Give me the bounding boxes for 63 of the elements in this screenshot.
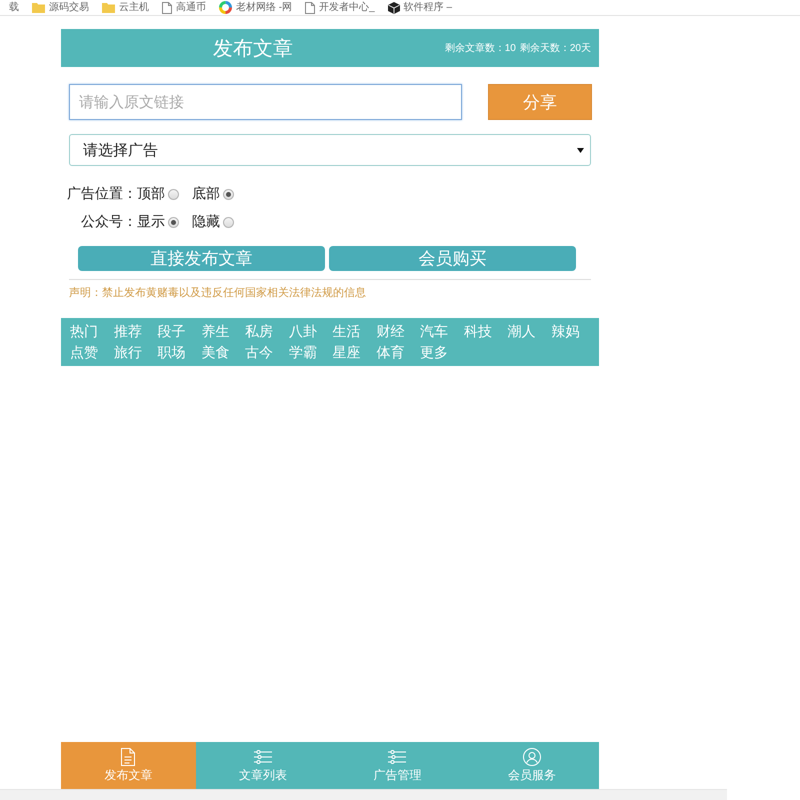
category-link[interactable]: 旅行 [114,342,142,363]
category-link[interactable]: 体育 [376,342,404,363]
radio-option-label[interactable]: 隐藏 [192,213,220,231]
radio-option-label[interactable]: 顶部 [137,185,165,203]
field-label: 公众号： [80,213,137,231]
action-button[interactable]: 直接发布文章 [78,246,325,271]
ad-dropdown[interactable]: 请选择广告 [69,134,591,166]
category-link[interactable]: 潮人 [508,321,536,342]
category-link[interactable]: 古今 [245,342,273,363]
radio-button[interactable] [223,188,234,200]
category-link[interactable]: 美食 [201,342,230,363]
ring-icon [219,1,232,14]
folder-icon [102,2,115,12]
cube-icon [388,2,400,14]
list-icon [254,750,272,764]
category-link[interactable]: 私房 [245,321,273,342]
bookmark-link[interactable]: 开发者中心_ [305,1,375,14]
bookmark-link[interactable]: 云主机 [102,1,149,14]
stat-text: 剩余天数：20天 [520,42,591,55]
bookmark-link[interactable]: 载 [9,1,19,14]
stat-text: 剩余文章数：10 [444,42,516,55]
radio-option-label[interactable]: 显示 [137,213,165,231]
bookmark-link[interactable]: 软件程序 – [388,1,452,14]
share-button[interactable]: 分享 [488,84,592,120]
category-link[interactable]: 财经 [376,321,404,342]
category-link[interactable]: 热门 [70,321,98,342]
url-input-field[interactable]: 请输入原文链接 [69,84,462,120]
radio-button[interactable] [223,216,234,228]
category-link[interactable]: 推荐 [114,321,142,342]
category-link[interactable]: 汽车 [420,321,448,342]
user-icon [522,748,541,766]
bookmark-link[interactable]: 老材网络 -网 [219,1,292,14]
category-link[interactable]: 点赞 [70,342,98,363]
bookmark-link[interactable]: 高通币 [162,1,206,14]
nav-tab[interactable]: 广告管理 [330,742,464,789]
action-button[interactable]: 会员购买 [329,246,576,271]
bookmark-link[interactable]: 源码交易 [32,1,89,14]
list-icon [388,750,406,764]
document-icon [121,748,136,766]
category-link[interactable]: 科技 [464,321,492,342]
category-link[interactable]: 八卦 [288,321,317,342]
disclaimer-text: 声明：禁止发布黄赌毒以及违反任何国家相关法律法规的信息 [69,287,366,299]
page-icon [305,2,316,14]
category-link[interactable]: 星座 [332,342,360,363]
page-icon [162,2,172,14]
nav-tab[interactable]: 会员服务 [464,742,599,789]
radio-option-label[interactable]: 底部 [192,185,220,203]
horizontal-scrollbar[interactable] [0,789,727,800]
nav-tab[interactable]: 文章列表 [196,742,330,789]
category-link[interactable]: 学霸 [288,342,317,363]
field-label: 广告位置： [67,185,137,203]
page-title: 发布文章 [212,36,294,62]
category-link[interactable]: 段子 [158,321,186,342]
category-link[interactable]: 辣妈 [551,321,580,342]
radio-button[interactable] [168,216,179,228]
nav-tab[interactable]: 发布文章 [61,742,196,789]
radio-button[interactable] [168,188,179,200]
caret-icon [577,148,584,152]
category-link[interactable]: 生活 [332,321,360,342]
category-link[interactable]: 养生 [201,321,230,342]
folder-icon [32,2,45,12]
category-link[interactable]: 更多 [420,342,448,363]
category-link[interactable]: 职场 [158,342,186,363]
